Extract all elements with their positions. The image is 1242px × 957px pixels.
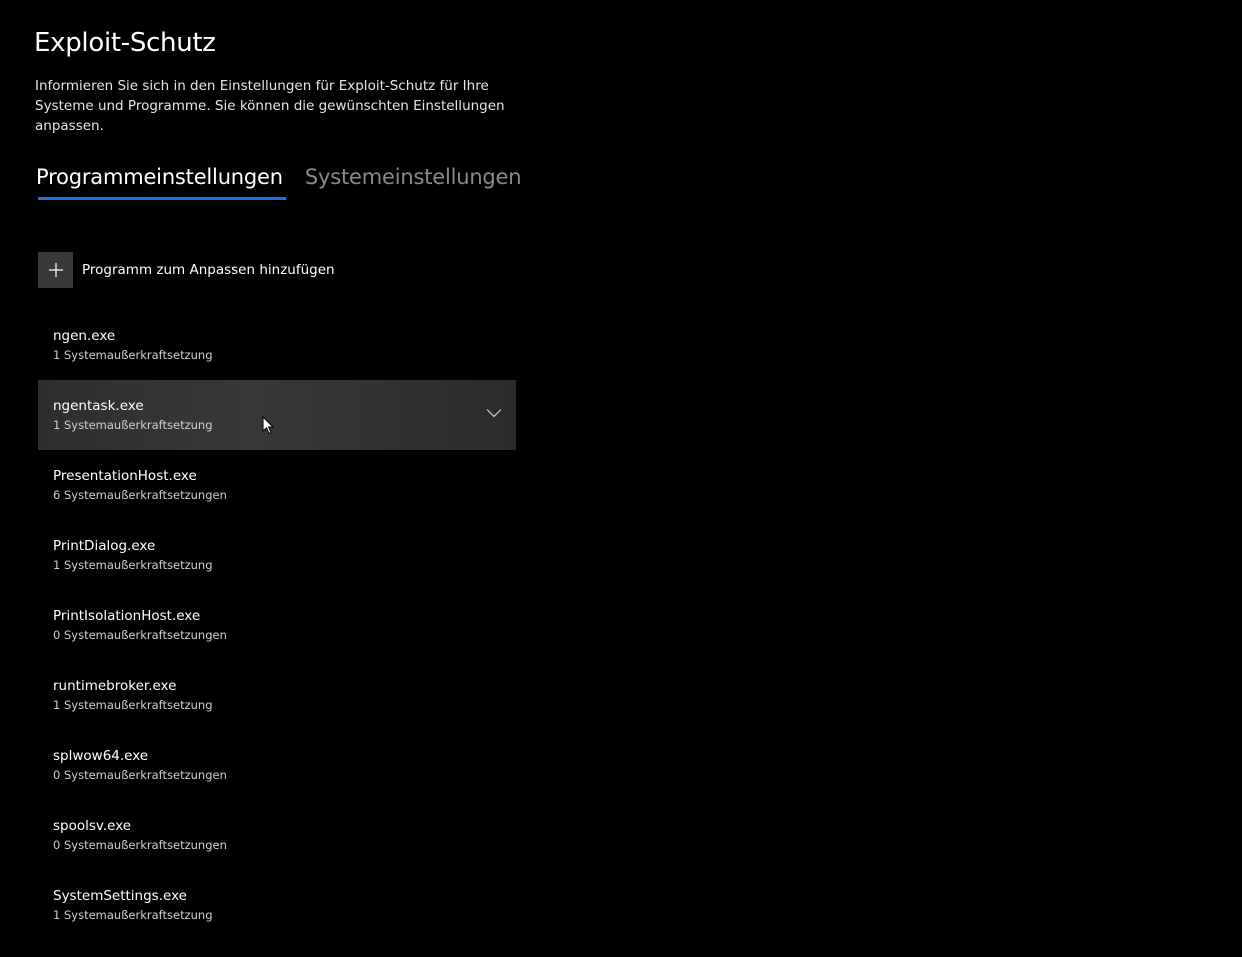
program-item-printdialog[interactable]: PrintDialog.exe 1 Systemaußerkraftsetzun… [38, 520, 516, 590]
active-tab-indicator [38, 197, 286, 200]
program-name: splwow64.exe [53, 748, 149, 764]
mouse-cursor-icon [262, 415, 275, 435]
program-item-systemsettings[interactable]: SystemSettings.exe 1 Systemaußerkraftset… [38, 870, 516, 940]
program-name: runtimebroker.exe [53, 678, 177, 694]
page-description: Informieren Sie sich in den Einstellunge… [35, 78, 505, 134]
tab-system-settings[interactable]: Systemeinstellungen [305, 165, 522, 205]
program-override-count: 0 Systemaußerkraftsetzungen [53, 838, 227, 852]
program-name: ngentask.exe [53, 398, 144, 414]
program-override-count: 1 Systemaußerkraftsetzung [53, 418, 213, 432]
tab-bar: Programmeinstellungen Systemeinstellunge… [36, 165, 522, 205]
program-name: PresentationHost.exe [53, 468, 197, 484]
program-override-count: 1 Systemaußerkraftsetzung [53, 558, 213, 572]
program-override-count: 0 Systemaußerkraftsetzungen [53, 768, 227, 782]
tab-program-settings[interactable]: Programmeinstellungen [36, 165, 286, 205]
program-item-runtimebroker[interactable]: runtimebroker.exe 1 Systemaußerkraftsetz… [38, 660, 516, 730]
program-override-count: 6 Systemaußerkraftsetzungen [53, 488, 227, 502]
program-override-count: 0 Systemaußerkraftsetzungen [53, 628, 227, 642]
tab-system-settings-label: Systemeinstellungen [304, 165, 522, 189]
page-title: Exploit-Schutz [34, 28, 216, 58]
program-override-count: 1 Systemaußerkraftsetzung [53, 348, 213, 362]
tab-program-settings-label: Programmeinstellungen [36, 165, 283, 189]
program-override-count: 1 Systemaußerkraftsetzung [53, 698, 213, 712]
add-program-button[interactable]: Programm zum Anpassen hinzufügen [38, 252, 335, 288]
program-item-spoolsv[interactable]: spoolsv.exe 0 Systemaußerkraftsetzungen [38, 800, 516, 870]
program-list: ngen.exe 1 Systemaußerkraftsetzung ngent… [38, 310, 516, 940]
program-name: ngen.exe [53, 328, 116, 344]
program-item-printisolationhost[interactable]: PrintIsolationHost.exe 0 Systemaußerkraf… [38, 590, 516, 660]
chevron-down-icon[interactable] [486, 408, 502, 420]
program-item-ngentask[interactable]: ngentask.exe 1 Systemaußerkraftsetzung [38, 380, 516, 450]
program-name: PrintDialog.exe [53, 538, 156, 554]
program-name: spoolsv.exe [53, 818, 132, 834]
program-name: SystemSettings.exe [53, 888, 187, 904]
program-name: PrintIsolationHost.exe [53, 608, 201, 624]
add-program-label: Programm zum Anpassen hinzufügen [82, 262, 335, 278]
program-item-presentationhost[interactable]: PresentationHost.exe 6 Systemaußerkrafts… [38, 450, 516, 520]
program-item-ngen[interactable]: ngen.exe 1 Systemaußerkraftsetzung [38, 310, 516, 380]
plus-icon [38, 252, 73, 288]
program-item-splwow64[interactable]: splwow64.exe 0 Systemaußerkraftsetzungen [38, 730, 516, 800]
program-override-count: 1 Systemaußerkraftsetzung [53, 908, 213, 922]
